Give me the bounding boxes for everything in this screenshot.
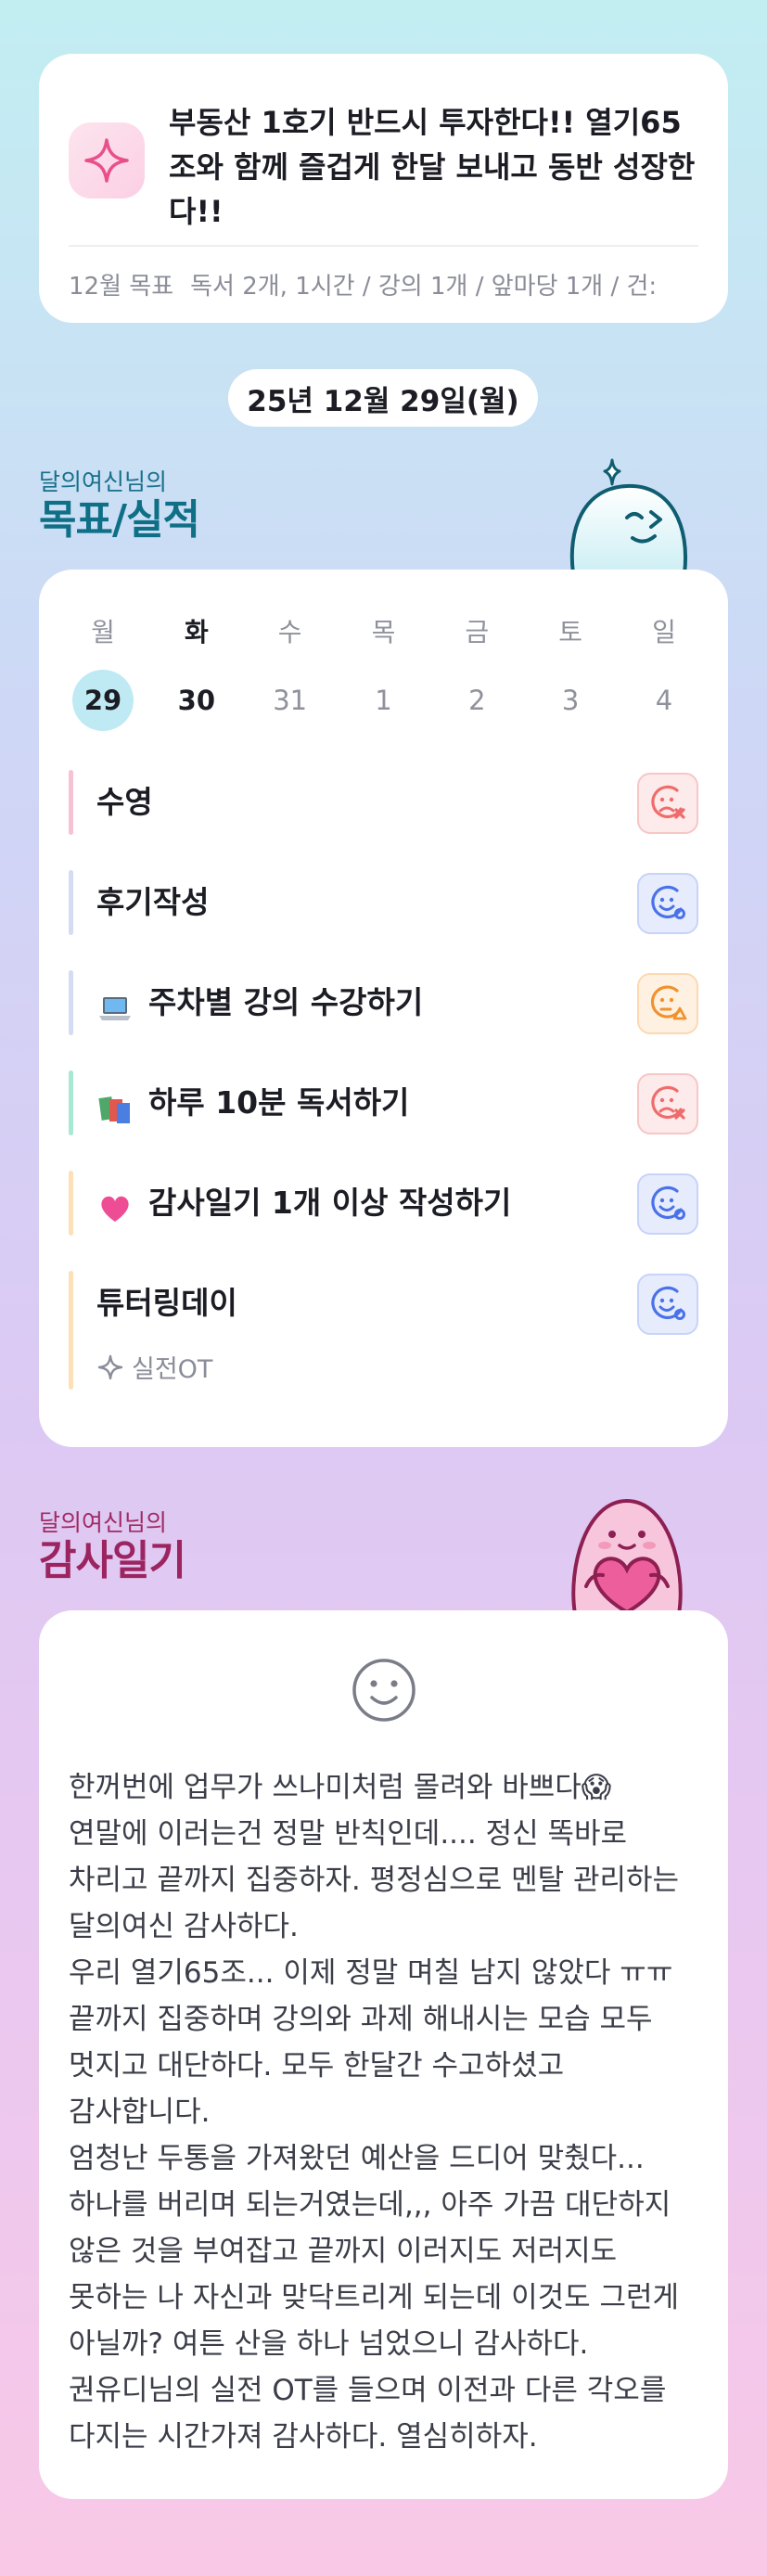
goal-title: 부동산 1호기 반드시 투자한다!! 열기65조와 함께 즐겁게 한달 보내고 … <box>169 105 696 229</box>
task-label: 튜터링데이 <box>96 1285 237 1321</box>
task-label: 수영 <box>96 784 153 820</box>
heart-icon <box>96 1185 134 1222</box>
heart-mascot-icon <box>571 1498 683 1614</box>
status-sad-x-icon[interactable] <box>637 1073 698 1134</box>
status-sad-x-icon[interactable] <box>637 773 698 834</box>
divider <box>69 245 698 247</box>
day-sunday[interactable]: 일 4 <box>633 614 695 731</box>
diary-section-title: 감사일기 <box>39 1537 186 1584</box>
month-goal-text: 독서 2개, 1시간 / 강의 1개 / 앞마당 1개 / 건: <box>190 273 658 301</box>
status-neutral-warning-icon[interactable] <box>637 973 698 1034</box>
status-happy-icon[interactable] <box>637 1173 698 1235</box>
month-goal-row: 12월 목표 독서 2개, 1시간 / 강의 1개 / 앞마당 1개 / 건: <box>69 267 728 301</box>
day-date: 4 <box>655 685 673 716</box>
ghost-mascot-icon <box>569 458 687 573</box>
day-tuesday[interactable]: 화 30 <box>166 614 227 731</box>
task-color-bar <box>69 870 73 935</box>
day-name: 토 <box>558 617 583 647</box>
task-color-bar <box>69 970 73 1035</box>
task-item[interactable]: 주차별 강의 수강하기 <box>69 970 698 1035</box>
week-calendar: 월 29 화 30 수 31 목 1 금 2 토 3 일 4 <box>72 614 695 731</box>
day-name: 수 <box>277 617 302 647</box>
day-name: 목 <box>371 617 396 647</box>
task-item[interactable]: 수영 <box>69 770 698 835</box>
goal-card[interactable]: 부동산 1호기 반드시 투자한다!! 열기65조와 함께 즐겁게 한달 보내고 … <box>39 54 728 323</box>
day-name: 일 <box>652 617 676 647</box>
task-label-row: 하루 10분 독서하기 <box>96 1070 409 1135</box>
books-icon <box>96 1084 134 1123</box>
day-monday[interactable]: 월 29 <box>72 614 134 731</box>
day-thursday[interactable]: 목 1 <box>352 614 414 731</box>
task-item[interactable]: 튜터링데이 실전OT <box>69 1271 698 1390</box>
day-friday[interactable]: 금 2 <box>446 614 507 731</box>
laptop-icon <box>96 984 134 1021</box>
task-label-row: 주차별 강의 수강하기 <box>96 970 423 1035</box>
day-date: 1 <box>375 685 392 716</box>
status-happy-icon[interactable] <box>637 873 698 934</box>
task-sub-label: 실전OT <box>132 1355 213 1384</box>
day-date: 2 <box>468 685 486 716</box>
month-goal-label: 12월 목표 <box>69 273 174 301</box>
day-saturday[interactable]: 토 3 <box>540 614 601 731</box>
task-item[interactable]: 감사일기 1개 이상 작성하기 <box>69 1171 698 1236</box>
task-color-bar <box>69 1070 73 1135</box>
task-label: 감사일기 1개 이상 작성하기 <box>148 1185 512 1221</box>
day-name: 화 <box>184 617 209 647</box>
day-wednesday[interactable]: 수 31 <box>260 614 321 731</box>
status-happy-icon[interactable] <box>637 1274 698 1335</box>
task-item[interactable]: 후기작성 <box>69 870 698 935</box>
task-label: 후기작성 <box>96 884 210 920</box>
day-name: 월 <box>91 617 115 647</box>
date-selector[interactable]: 25년 12월 29일(월) <box>228 369 538 427</box>
smiley-icon[interactable] <box>351 1657 417 1727</box>
day-date: 30 <box>177 685 215 716</box>
task-label: 주차별 강의 수강하기 <box>148 984 424 1020</box>
sparkle-icon <box>97 1354 123 1379</box>
day-name: 금 <box>465 617 490 647</box>
task-item[interactable]: 하루 10분 독서하기 <box>69 1070 698 1135</box>
sparkle-icon <box>69 122 145 199</box>
day-date-selected: 29 <box>72 670 134 731</box>
task-color-bar <box>69 1271 73 1390</box>
diary-text: 한꺼번에 업무가 쓰나미처럼 몰려와 바쁘다😱 연말에 이러는건 정말 반칙인데… <box>69 1771 680 2454</box>
task-sub-row: 실전OT <box>96 1349 212 1385</box>
day-date: 31 <box>273 685 308 716</box>
goals-section-title: 목표/실적 <box>39 496 200 544</box>
task-label: 하루 10분 독서하기 <box>148 1084 410 1121</box>
goals-card: 월 29 화 30 수 31 목 1 금 2 토 3 일 4 수영 후기작성 주… <box>39 570 728 1447</box>
task-color-bar <box>69 1171 73 1236</box>
task-color-bar <box>69 770 73 835</box>
gratitude-diary-card: 한꺼번에 업무가 쓰나미처럼 몰려와 바쁘다😱 연말에 이러는건 정말 반칙인데… <box>39 1610 728 2499</box>
day-date: 3 <box>561 685 580 716</box>
task-label-row: 감사일기 1개 이상 작성하기 <box>96 1171 511 1236</box>
